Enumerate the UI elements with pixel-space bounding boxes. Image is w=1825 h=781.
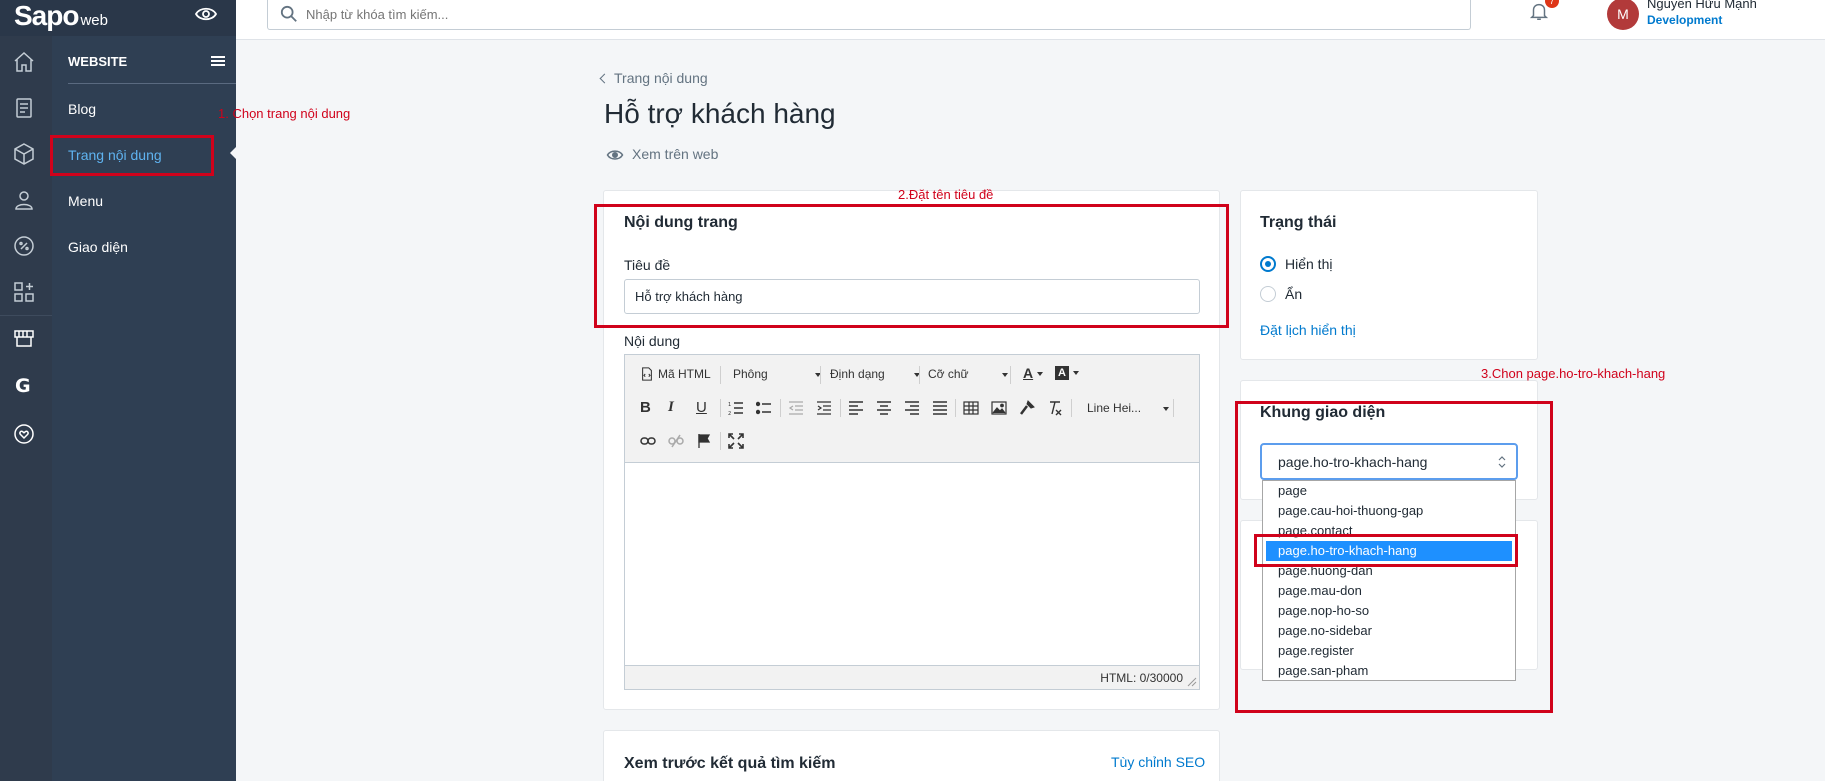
toolbar-separator	[1010, 366, 1011, 384]
sidebar-item-blog[interactable]: Blog	[68, 101, 96, 117]
icon-rail: G	[0, 0, 236, 781]
hamburger-menu-icon[interactable]	[211, 56, 225, 66]
align-justify-icon[interactable]	[932, 400, 948, 416]
table-icon[interactable]	[963, 400, 979, 416]
text-color-icon[interactable]: A	[1023, 365, 1044, 381]
rich-text-editor: Mã HTML Phông Định dạng Cỡ chữ A A B I U…	[624, 354, 1200, 690]
rail-divider	[0, 315, 52, 316]
topbar: 7 M Nguyễn Hữu Mạnh Development	[236, 0, 1825, 40]
html-source-button[interactable]: Mã HTML	[658, 367, 711, 381]
svg-text:G: G	[15, 375, 31, 397]
html-char-count: HTML: 0/30000	[1100, 671, 1183, 685]
chevron-left-icon	[599, 73, 610, 84]
content-card-title: Nội dung trang	[624, 214, 738, 231]
search-box[interactable]	[267, 0, 1471, 30]
search-icon	[280, 5, 298, 23]
eye-icon	[606, 150, 624, 160]
home-icon[interactable]	[12, 50, 36, 74]
toolbar-separator	[840, 399, 841, 417]
annotation-box-step1	[50, 135, 214, 176]
google-icon[interactable]: G	[12, 373, 36, 397]
apps-icon[interactable]	[12, 280, 36, 304]
content-field-label: Nội dung	[624, 333, 681, 349]
sidebar-title: WEBSITE	[68, 54, 128, 69]
outdent-icon[interactable]	[788, 400, 804, 416]
editor-content-area[interactable]	[625, 463, 1199, 665]
font-select[interactable]: Phông	[733, 367, 821, 381]
title-input[interactable]	[624, 279, 1200, 314]
format-select[interactable]: Định dạng	[830, 367, 920, 381]
toolbar-separator	[955, 399, 956, 417]
radio-hidden-label[interactable]: Ẩn	[1285, 286, 1302, 302]
status-card-title: Trạng thái	[1260, 214, 1337, 231]
annotation-box-step3	[1235, 401, 1553, 713]
align-left-icon[interactable]	[848, 400, 864, 416]
product-box-icon[interactable]	[12, 142, 36, 166]
radio-visible[interactable]	[1260, 256, 1276, 272]
svg-text:1: 1	[728, 402, 731, 408]
editor-toolbar: Mã HTML Phông Định dạng Cỡ chữ A A B I U…	[625, 355, 1199, 463]
toolbar-separator	[1071, 399, 1072, 417]
anchor-flag-icon[interactable]	[696, 433, 712, 449]
toolbar-separator	[820, 366, 821, 384]
background-color-icon[interactable]: A	[1055, 365, 1079, 380]
title-field-label: Tiêu đề	[624, 257, 671, 273]
italic-icon[interactable]: I	[668, 399, 674, 416]
annotation-step2: 2.Đặt tên tiêu đề	[898, 187, 994, 202]
discount-icon[interactable]	[12, 234, 36, 258]
toolbar-separator	[720, 432, 721, 450]
sidebar-item-menu[interactable]: Menu	[68, 193, 103, 209]
breadcrumb-back-link[interactable]: Trang nội dung	[599, 70, 708, 86]
resize-handle-icon	[1187, 677, 1197, 687]
indent-icon[interactable]	[816, 400, 832, 416]
seo-card-title: Xem trước kết quả tìm kiếm	[624, 755, 836, 772]
schedule-link[interactable]: Đặt lịch hiển thị	[1260, 322, 1356, 338]
customize-seo-link[interactable]: Tùy chỉnh SEO	[1111, 754, 1205, 770]
view-on-web-link[interactable]: Xem trên web	[606, 146, 718, 164]
link-icon[interactable]	[640, 433, 656, 449]
image-icon[interactable]	[991, 400, 1007, 416]
search-input[interactable]	[306, 4, 906, 24]
page-title: Hỗ trợ khách hàng	[604, 98, 836, 129]
clear-format-icon[interactable]	[1047, 400, 1063, 416]
notification-badge: 7	[1545, 0, 1559, 8]
annotation-step3: 3.Chon page.ho-tro-khach-hang	[1481, 366, 1666, 381]
orders-icon[interactable]	[12, 96, 36, 120]
fullscreen-icon[interactable]	[728, 433, 744, 449]
unordered-list-icon[interactable]	[755, 400, 772, 416]
html-code-icon	[640, 367, 656, 383]
align-center-icon[interactable]	[876, 400, 892, 416]
editor-statusbar: HTML: 0/30000	[625, 665, 1199, 689]
annotation-step1: 1. Chọn trang nội dung	[218, 106, 351, 121]
radio-hidden[interactable]	[1260, 286, 1276, 302]
underline-icon[interactable]: U	[696, 399, 707, 416]
format-painter-icon[interactable]	[1019, 400, 1035, 416]
toolbar-separator	[780, 399, 781, 417]
toolbar-separator	[720, 366, 721, 384]
customer-icon[interactable]	[12, 188, 36, 212]
sidebar-item-themes[interactable]: Giao diện	[68, 239, 128, 255]
line-height-select[interactable]: Line Hei...	[1087, 401, 1169, 415]
unlink-icon[interactable]	[668, 433, 684, 449]
ordered-list-icon[interactable]: 12	[728, 400, 744, 417]
chat-heart-icon[interactable]	[12, 422, 36, 446]
preview-eye-icon[interactable]	[194, 2, 218, 26]
sapo-logo[interactable]: Sapo web	[14, 0, 108, 32]
user-name[interactable]: Nguyễn Hữu Mạnh	[1647, 0, 1757, 11]
active-item-caret	[230, 146, 237, 160]
align-right-icon[interactable]	[904, 400, 920, 416]
svg-text:2: 2	[728, 411, 731, 416]
bold-icon[interactable]: B	[640, 399, 651, 416]
toolbar-separator	[919, 366, 920, 384]
store-icon[interactable]	[12, 326, 36, 350]
sidebar-divider	[68, 83, 236, 84]
toolbar-separator	[1173, 399, 1174, 417]
avatar[interactable]: M	[1607, 0, 1639, 30]
user-role: Development	[1647, 13, 1723, 27]
radio-visible-label[interactable]: Hiển thị	[1285, 256, 1332, 272]
toolbar-separator	[720, 399, 721, 417]
font-size-select[interactable]: Cỡ chữ	[928, 367, 1008, 381]
